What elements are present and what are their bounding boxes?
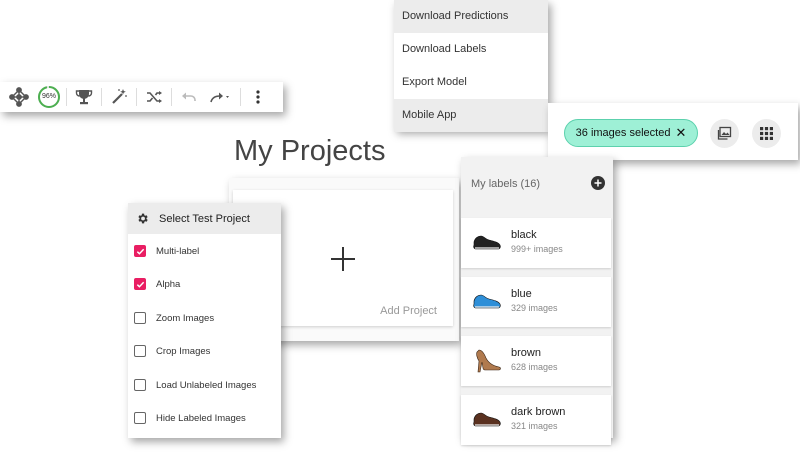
selection-bar: 36 images selected ✕	[548, 103, 798, 160]
more-options-button[interactable]	[245, 84, 271, 110]
toolbar-divider	[136, 88, 137, 106]
selected-count-label: 36 images selected	[575, 127, 671, 139]
label-item[interactable]: blue 329 images	[461, 277, 611, 327]
grid-view-button[interactable]	[752, 119, 781, 148]
select-test-project-item[interactable]: Select Test Project	[128, 203, 281, 234]
label-name: brown	[511, 347, 541, 359]
label-item[interactable]: dark brown 321 images	[461, 395, 611, 445]
shoe-thumbnail-icon	[473, 412, 501, 427]
label-item[interactable]: black 999+ images	[461, 218, 611, 268]
checkbox[interactable]	[134, 345, 146, 357]
network-button[interactable]	[6, 84, 32, 110]
magic-wand-icon	[112, 89, 127, 104]
label-name: blue	[511, 288, 532, 300]
image-view-button[interactable]	[710, 119, 739, 148]
menu-item-mobile-app[interactable]: Mobile App	[394, 99, 548, 132]
option-label: Load Unlabeled Images	[156, 379, 257, 391]
menu-item-download-predictions[interactable]: Download Predictions	[394, 0, 548, 33]
network-icon	[9, 87, 29, 107]
label-count: 321 images	[511, 421, 558, 431]
shuffle-button[interactable]	[141, 84, 167, 110]
option-crop-images[interactable]: Crop Images	[134, 343, 210, 359]
progress-indicator[interactable]: 96%	[36, 84, 62, 110]
option-zoom-images[interactable]: Zoom Images	[134, 310, 214, 326]
label-name: black	[511, 229, 537, 241]
option-multi-label[interactable]: Multi-label	[134, 243, 199, 259]
label-name: dark brown	[511, 406, 566, 418]
option-alpha[interactable]: Alpha	[134, 276, 180, 292]
checkbox[interactable]	[134, 412, 146, 424]
toolbar-divider	[240, 88, 241, 106]
add-circle-icon[interactable]	[591, 176, 605, 190]
add-project-label: Add Project	[380, 305, 437, 317]
undo-icon	[182, 92, 196, 101]
image-toolbar: 96%	[0, 82, 283, 112]
more-vert-icon	[256, 90, 260, 104]
grid-icon	[760, 127, 773, 140]
option-label: Zoom Images	[156, 312, 215, 324]
option-hide-labeled-images[interactable]: Hide Labeled Images	[134, 410, 246, 426]
close-icon[interactable]: ✕	[675, 125, 686, 141]
toolbar-divider	[101, 88, 102, 106]
image-icon	[717, 126, 732, 140]
shoe-thumbnail-icon	[473, 235, 501, 250]
shoe-thumbnail-icon	[473, 294, 501, 309]
undo-button[interactable]	[176, 84, 202, 110]
labels-panel: My labels (16) black 999+ images blue 32…	[461, 157, 613, 445]
trophy-icon	[75, 90, 93, 105]
shoe-thumbnail-icon	[476, 349, 501, 373]
selected-images-chip[interactable]: 36 images selected ✕	[564, 119, 698, 147]
option-label: Multi-label	[156, 245, 200, 257]
label-count: 329 images	[511, 303, 558, 313]
trophy-button[interactable]	[71, 84, 97, 110]
menu-item-download-labels[interactable]: Download Labels	[394, 33, 548, 66]
toolbar-divider	[171, 88, 172, 106]
toolbar-divider	[66, 88, 67, 106]
select-test-project-label: Select Test Project	[159, 212, 250, 225]
test-project-menu: Select Test Project Multi-label Alpha Zo…	[128, 203, 281, 438]
plus-icon	[331, 247, 355, 271]
label-count: 999+ images	[511, 244, 563, 254]
share-icon	[210, 92, 229, 103]
checkbox[interactable]	[134, 245, 146, 257]
page-title: My Projects	[234, 135, 386, 167]
magic-wand-button[interactable]	[106, 84, 132, 110]
menu-item-export-model[interactable]: Export Model	[394, 66, 548, 99]
option-label: Alpha	[156, 278, 181, 290]
option-label: Crop Images	[156, 345, 211, 357]
option-label: Hide Labeled Images	[156, 412, 246, 424]
shuffle-icon	[147, 91, 162, 103]
option-load-unlabeled-images[interactable]: Load Unlabeled Images	[134, 377, 256, 393]
checkbox[interactable]	[134, 312, 146, 324]
checkbox[interactable]	[134, 379, 146, 391]
progress-label: 96%	[41, 93, 56, 100]
share-button[interactable]	[206, 84, 236, 110]
labels-title: My labels (16)	[471, 178, 541, 190]
gear-icon	[138, 213, 148, 224]
label-item[interactable]: brown 628 images	[461, 336, 611, 386]
label-count: 628 images	[511, 362, 558, 372]
export-menu: Download Predictions Download Labels Exp…	[394, 0, 548, 132]
checkbox[interactable]	[134, 278, 146, 290]
